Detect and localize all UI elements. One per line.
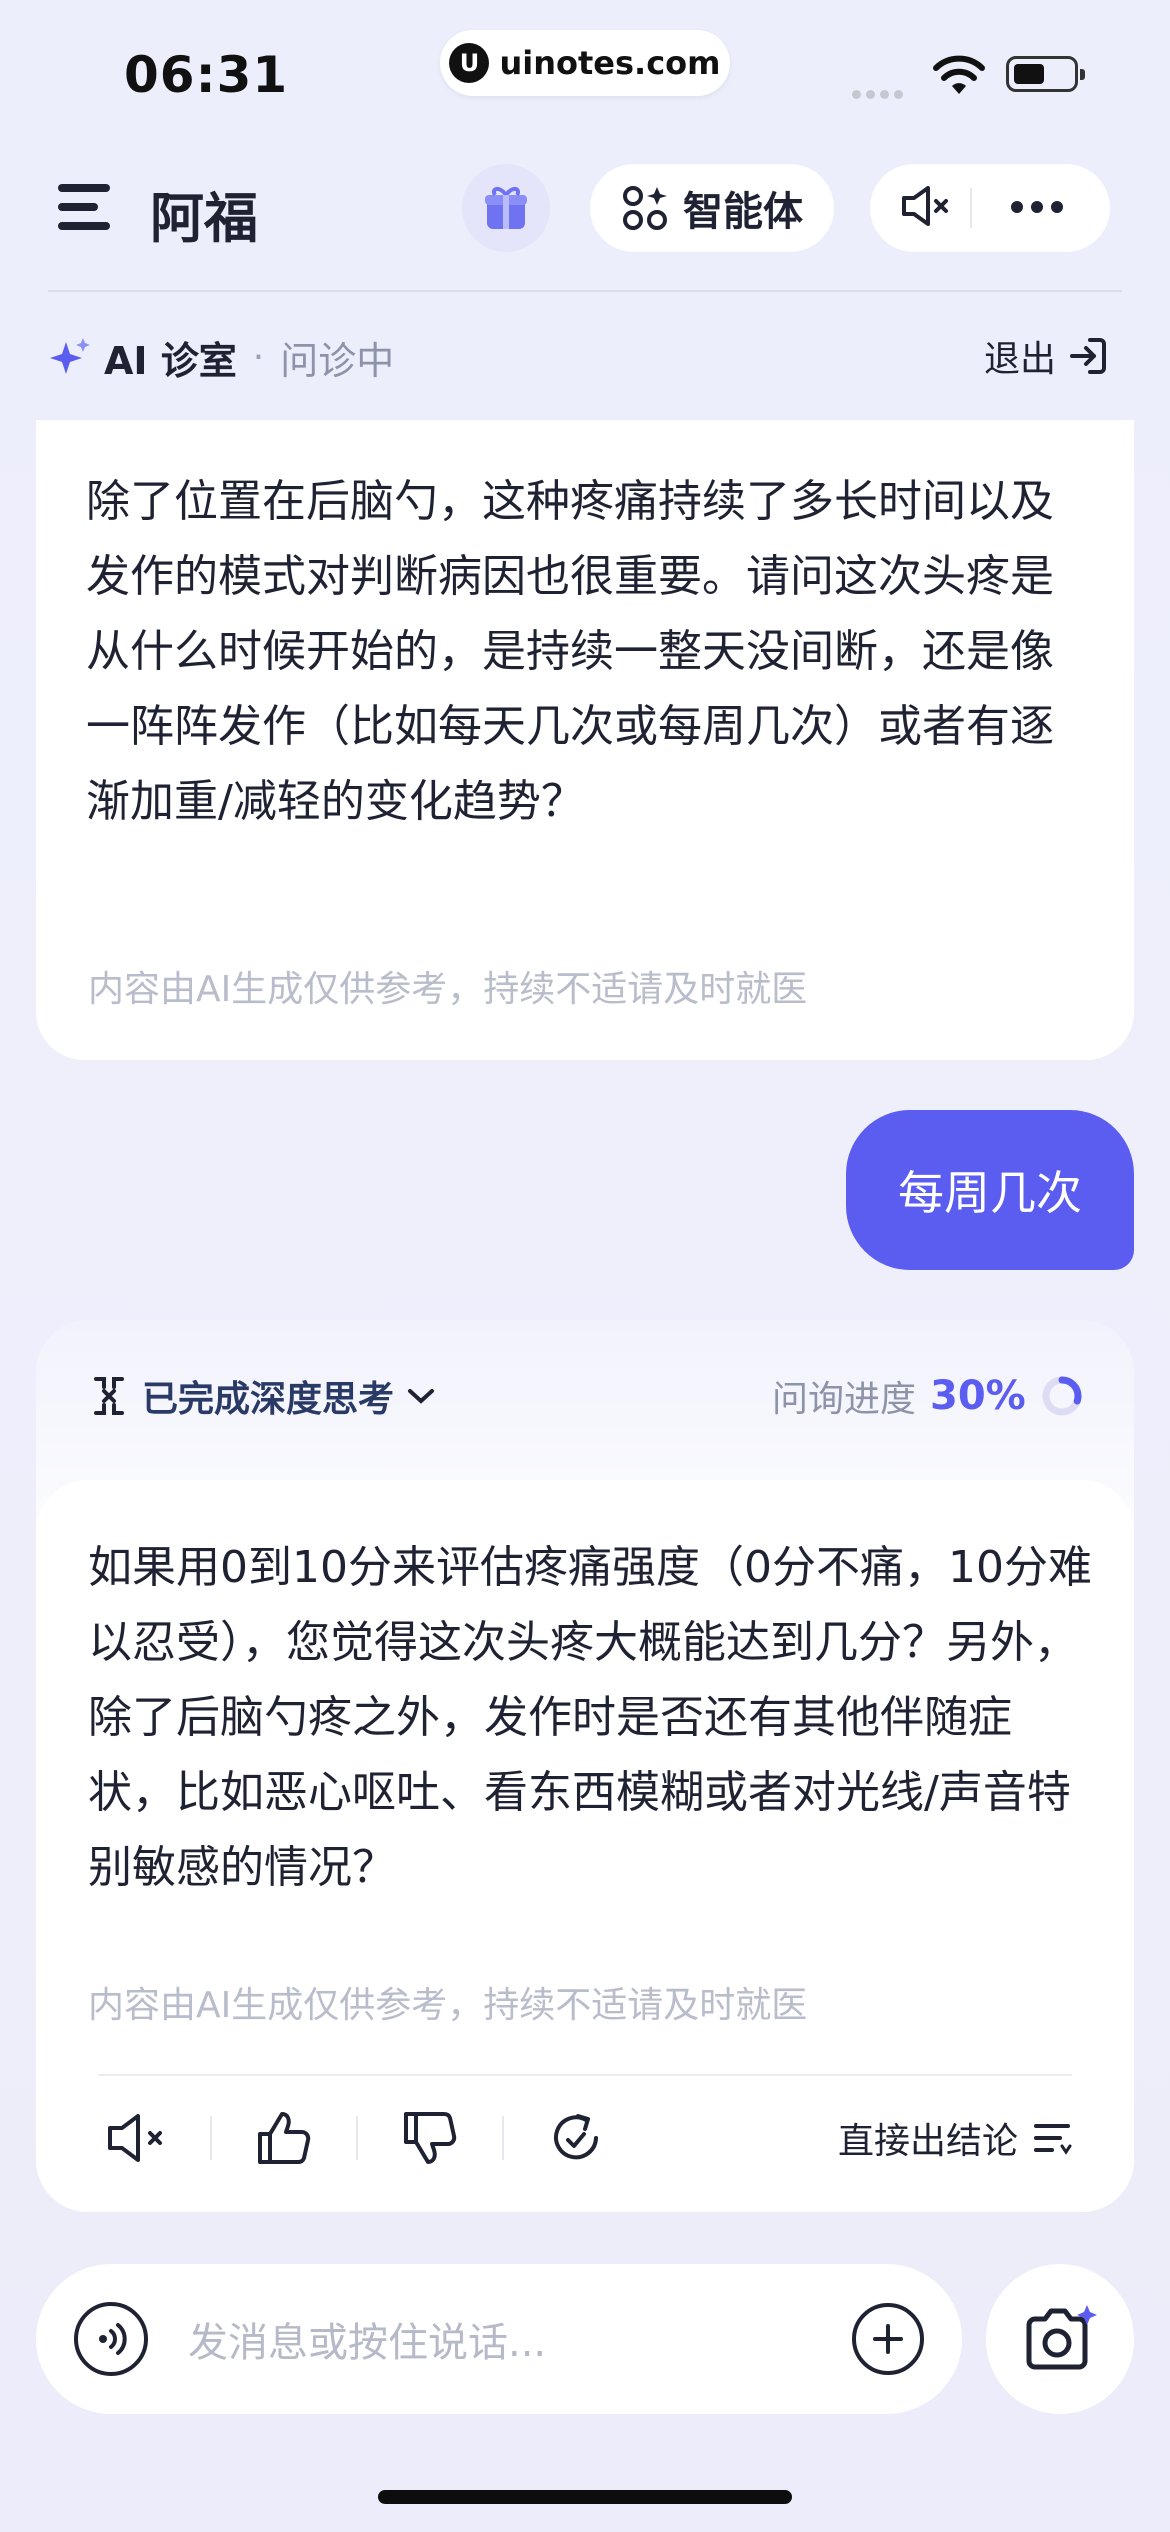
menu-icon[interactable] (58, 184, 110, 230)
user-message-bubble: 每周几次 (846, 1110, 1134, 1270)
agent-label: 智能体 (683, 189, 803, 235)
more-button[interactable] (1010, 199, 1064, 218)
progress-ring-icon (1042, 1376, 1082, 1416)
message-input[interactable]: 发消息或按住说话... (188, 2310, 852, 2368)
assistant-message-text: 除了位置在后脑勺，这种疼痛持续了多长时间以及发作的模式对判断病因也很重要。请问这… (86, 476, 1054, 827)
dislike-button[interactable] (390, 2110, 470, 2166)
thinking-toggle[interactable]: 已完成深度思考 (88, 1370, 436, 1422)
like-button[interactable] (244, 2110, 324, 2166)
plus-icon (873, 2324, 903, 2354)
thumbs-down-icon (404, 2112, 457, 2164)
control-pill (870, 164, 1110, 252)
agent-button[interactable]: 智能体 (590, 164, 834, 252)
gift-icon (485, 187, 527, 229)
thumbs-up-icon (258, 2112, 311, 2164)
site-logo-icon: U (449, 43, 490, 83)
progress-label: 问询进度 (772, 1379, 917, 1420)
gift-button[interactable] (462, 164, 550, 252)
voice-button[interactable] (74, 2302, 148, 2376)
progress-value: 30% (930, 1373, 1026, 1419)
exit-icon (1070, 338, 1107, 374)
thinking-label: 已完成深度思考 (142, 1379, 395, 1420)
conclude-button[interactable]: 直接出结论 (838, 2112, 1072, 2164)
refresh-icon (554, 2114, 598, 2160)
room-separator: · (252, 337, 265, 378)
speaker-mute-icon (902, 186, 948, 226)
agent-grid-icon (623, 186, 667, 230)
chevron-down-icon (408, 1389, 435, 1404)
inquiry-progress: 问询进度 30% (772, 1370, 1084, 1422)
actions-divider (98, 2074, 1072, 2076)
header-divider (48, 290, 1122, 292)
exit-button[interactable]: 退出 (984, 330, 1108, 382)
room-bar: AI 诊室 · 问诊中 (48, 330, 394, 385)
speaker-mute-button[interactable] (900, 184, 954, 232)
ai-disclaimer: 内容由AI生成仅供参考，持续不适请及时就医 (88, 1985, 808, 2026)
action-separator (210, 2116, 212, 2160)
deep-think-icon (94, 1377, 124, 1415)
speaker-mute-icon (108, 2114, 162, 2162)
add-attachment-button[interactable] (852, 2303, 924, 2375)
action-separator (502, 2116, 504, 2160)
app-title: 阿福 (150, 187, 258, 250)
ai-disclaimer: 内容由AI生成仅供参考，持续不适请及时就医 (88, 969, 808, 1010)
list-icon (1034, 2124, 1072, 2155)
status-time: 06:31 (124, 46, 289, 104)
message-input-bar: 发消息或按住说话... (36, 2264, 962, 2414)
room-status: 问诊中 (280, 339, 395, 383)
battery-icon (1006, 56, 1085, 92)
url-pill[interactable]: U uinotes.com (440, 30, 730, 96)
more-icon (1011, 200, 1063, 213)
site-url: uinotes.com (499, 44, 721, 82)
camera-button[interactable] (986, 2264, 1134, 2414)
exit-label: 退出 (984, 339, 1057, 380)
camera-icon (1026, 2305, 1097, 2370)
message-actions: 直接出结论 (98, 2098, 1072, 2178)
regenerate-button[interactable] (536, 2110, 616, 2166)
action-separator (356, 2116, 358, 2160)
read-aloud-button[interactable] (98, 2112, 178, 2164)
wifi-icon (933, 55, 985, 94)
sparkle-icon (50, 337, 90, 374)
voice-wave-icon (99, 2323, 127, 2355)
assistant-message-text: 如果用0到10分来评估疼痛强度（0分不痛，10分难以忍受），您觉得这次头疼大概能… (88, 1542, 1092, 1893)
signal-icon (852, 84, 908, 103)
home-indicator (378, 2490, 792, 2504)
pill-divider (970, 188, 972, 228)
conclude-label: 直接出结论 (837, 2121, 1018, 2162)
room-title: AI 诊室 (104, 339, 237, 383)
